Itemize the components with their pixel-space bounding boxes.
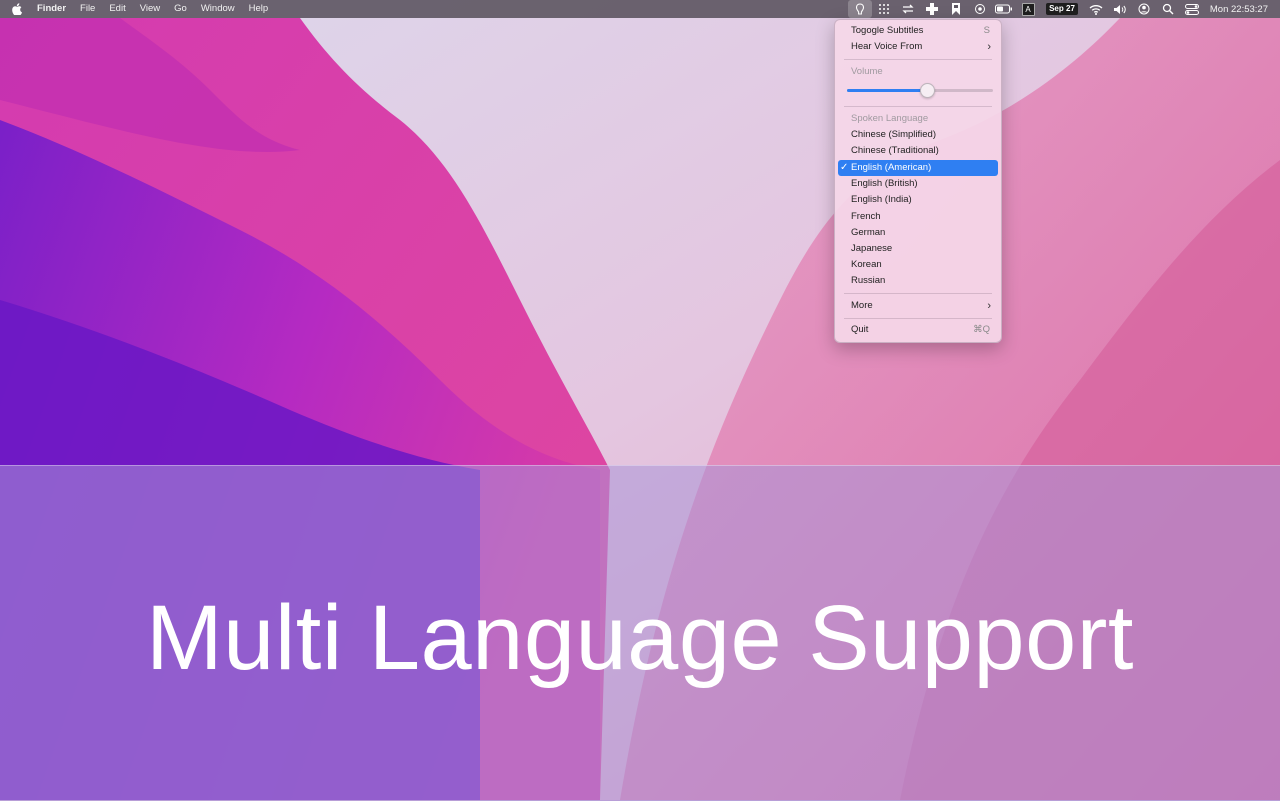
menu-window[interactable]: Window [194,0,242,18]
battery-icon[interactable] [992,0,1016,18]
subtitles-dropdown-menu: Togogle Subtitles S Hear Voice From › Vo… [834,19,1002,343]
spotlight-search-icon[interactable] [1156,0,1180,18]
language-item-english-british[interactable]: English (British) [838,176,998,192]
cross-icon[interactable] [920,0,944,18]
language-label: English (American) [851,162,932,173]
control-center-icon[interactable] [1180,0,1204,18]
apple-menu-icon[interactable] [0,3,30,15]
banner-title: Multi Language Support [146,587,1134,689]
volume-slider[interactable] [847,83,993,98]
feature-banner: Multi Language Support [0,465,1280,801]
input-source-icon[interactable]: A [1016,0,1040,18]
language-item-chinese-simplified[interactable]: Chinese (Simplified) [838,127,998,143]
menu-item-label: Hear Voice From [851,41,923,52]
voice-status-icon[interactable] [848,0,873,18]
menu-separator [844,106,992,107]
language-item-english-american[interactable]: ✓ English (American) [838,160,998,176]
menu-file[interactable]: File [73,0,102,18]
shortcut-label: S [983,25,990,36]
checkmark-icon: ✓ [840,162,849,173]
volume-header: Volume [838,64,998,80]
menu-separator [844,318,992,319]
chevron-right-icon: › [987,41,991,53]
menu-item-label: More [851,300,873,311]
language-label: French [851,211,881,222]
grid-icon[interactable] [872,0,896,18]
language-label: Chinese (Traditional) [851,145,939,156]
volume-slider-fill [847,89,928,92]
menu-edit[interactable]: Edit [102,0,132,18]
shortcut-label: ⌘Q [973,324,990,335]
menu-go[interactable]: Go [167,0,194,18]
menu-item-quit[interactable]: Quit ⌘Q [838,322,998,338]
menu-view[interactable]: View [133,0,167,18]
menu-item-hear-voice-from[interactable]: Hear Voice From › [838,39,998,55]
section-header-label: Spoken Language [851,113,929,124]
language-label: German [851,227,886,238]
spoken-language-header: Spoken Language [838,111,998,127]
bookmark-icon[interactable] [944,0,968,18]
language-label: Chinese (Simplified) [851,129,937,140]
menu-item-label: Togogle Subtitles [851,25,924,36]
language-item-chinese-traditional[interactable]: Chinese (Traditional) [838,143,998,159]
menu-item-toggle-subtitles[interactable]: Togogle Subtitles S [838,23,998,39]
language-item-korean[interactable]: Korean [838,257,998,273]
date-badge[interactable]: Sep 27 [1046,3,1078,15]
menu-separator [844,293,992,294]
volume-slider-knob[interactable] [920,83,936,98]
chevron-right-icon: › [987,300,991,312]
language-item-english-india[interactable]: English (India) [838,192,998,208]
volume-icon[interactable] [1108,0,1132,18]
language-label: Russian [851,275,886,286]
wifi-icon[interactable] [1084,0,1108,18]
language-label: English (India) [851,194,912,205]
menu-item-more[interactable]: More › [838,298,998,314]
language-item-french[interactable]: French [838,209,998,225]
language-item-russian[interactable]: Russian [838,273,998,289]
menu-bar: Finder File Edit View Go Window Help A S… [0,0,1280,18]
user-icon[interactable] [1132,0,1156,18]
volume-label: Volume [851,66,883,77]
menu-item-label: Quit [851,324,869,335]
menu-separator [844,59,992,60]
menubar-clock[interactable]: Mon 22:53:27 [1204,4,1280,15]
language-label: Korean [851,259,882,270]
language-item-german[interactable]: German [838,225,998,241]
language-item-japanese[interactable]: Japanese [838,241,998,257]
language-label: Japanese [851,243,893,254]
transfer-icon[interactable] [896,0,920,18]
app-menu-finder[interactable]: Finder [30,0,73,18]
menu-help[interactable]: Help [242,0,276,18]
record-icon[interactable] [968,0,992,18]
language-label: English (British) [851,178,918,189]
input-source-label: A [1021,2,1035,16]
